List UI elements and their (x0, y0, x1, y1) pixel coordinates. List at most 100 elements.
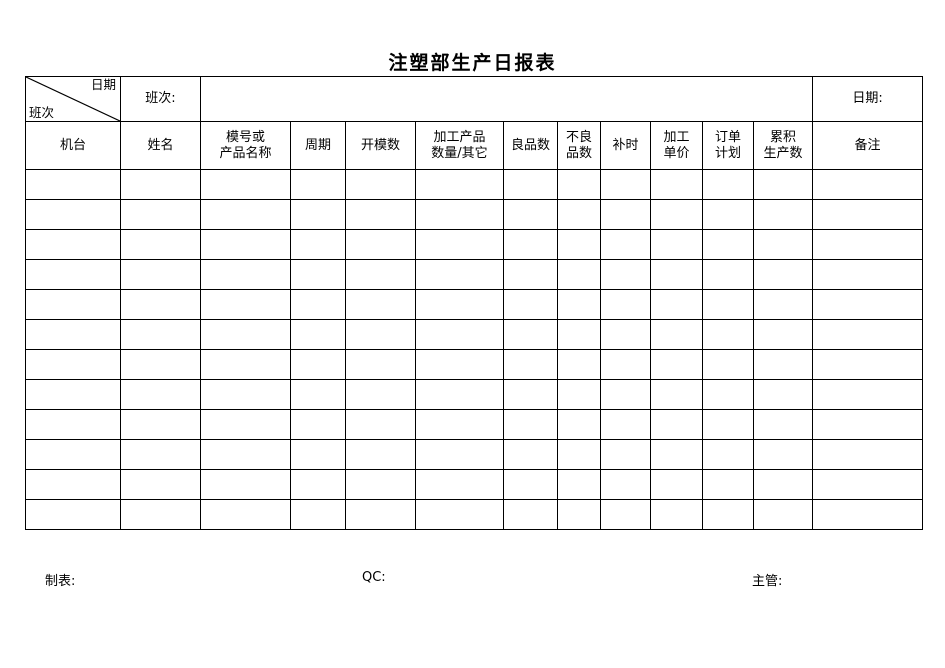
cell-extra_time[interactable] (600, 469, 651, 500)
cell-cumulative_qty[interactable] (752, 409, 814, 440)
cell-unit_price[interactable] (650, 289, 703, 320)
cell-name[interactable] (120, 409, 201, 440)
cell-name[interactable] (120, 349, 201, 380)
cell-defect_qty[interactable] (557, 259, 601, 290)
cell-machine[interactable] (25, 499, 121, 530)
cell-remarks[interactable] (812, 229, 924, 260)
cell-machine[interactable] (25, 379, 121, 410)
cell-order_plan[interactable] (702, 379, 754, 410)
cell-cycle[interactable] (290, 199, 346, 230)
cell-processed_qty[interactable] (415, 259, 504, 290)
cell-cumulative_qty[interactable] (752, 169, 814, 200)
cell-name[interactable] (120, 439, 201, 470)
cell-name[interactable] (120, 499, 201, 530)
cell-mold_open_count[interactable] (345, 469, 416, 500)
cell-good_qty[interactable] (503, 289, 558, 320)
cell-order_plan[interactable] (702, 169, 754, 200)
cell-unit_price[interactable] (650, 199, 703, 230)
cell-order_plan[interactable] (702, 289, 754, 320)
cell-mold_or_product[interactable] (200, 349, 291, 380)
cell-defect_qty[interactable] (557, 289, 601, 320)
cell-order_plan[interactable] (702, 229, 754, 260)
cell-defect_qty[interactable] (557, 439, 601, 470)
cell-good_qty[interactable] (503, 349, 558, 380)
cell-order_plan[interactable] (702, 319, 754, 350)
cell-cumulative_qty[interactable] (752, 349, 814, 380)
cell-mold_open_count[interactable] (345, 379, 416, 410)
cell-remarks[interactable] (812, 499, 924, 530)
cell-mold_open_count[interactable] (345, 259, 416, 290)
cell-cycle[interactable] (290, 499, 346, 530)
cell-name[interactable] (120, 469, 201, 500)
cell-cycle[interactable] (290, 259, 346, 290)
cell-good_qty[interactable] (503, 199, 558, 230)
cell-remarks[interactable] (812, 319, 924, 350)
cell-remarks[interactable] (812, 439, 924, 470)
cell-extra_time[interactable] (600, 229, 651, 260)
cell-cumulative_qty[interactable] (752, 499, 814, 530)
cell-processed_qty[interactable] (415, 199, 504, 230)
cell-unit_price[interactable] (650, 409, 703, 440)
cell-machine[interactable] (25, 319, 121, 350)
cell-processed_qty[interactable] (415, 439, 504, 470)
cell-extra_time[interactable] (600, 289, 651, 320)
cell-processed_qty[interactable] (415, 229, 504, 260)
cell-extra_time[interactable] (600, 349, 651, 380)
cell-name[interactable] (120, 229, 201, 260)
cell-remarks[interactable] (812, 379, 924, 410)
cell-mold_open_count[interactable] (345, 199, 416, 230)
cell-remarks[interactable] (812, 199, 924, 230)
cell-cycle[interactable] (290, 469, 346, 500)
cell-unit_price[interactable] (650, 379, 703, 410)
cell-extra_time[interactable] (600, 169, 651, 200)
cell-mold_open_count[interactable] (345, 319, 416, 350)
cell-unit_price[interactable] (650, 349, 703, 380)
cell-name[interactable] (120, 319, 201, 350)
cell-machine[interactable] (25, 169, 121, 200)
cell-mold_open_count[interactable] (345, 439, 416, 470)
cell-cumulative_qty[interactable] (752, 289, 814, 320)
cell-processed_qty[interactable] (415, 289, 504, 320)
cell-cumulative_qty[interactable] (752, 439, 814, 470)
cell-defect_qty[interactable] (557, 469, 601, 500)
cell-extra_time[interactable] (600, 409, 651, 440)
cell-remarks[interactable] (812, 289, 924, 320)
cell-order_plan[interactable] (702, 259, 754, 290)
cell-machine[interactable] (25, 439, 121, 470)
cell-good_qty[interactable] (503, 229, 558, 260)
cell-unit_price[interactable] (650, 469, 703, 500)
cell-remarks[interactable] (812, 259, 924, 290)
cell-good_qty[interactable] (503, 319, 558, 350)
cell-good_qty[interactable] (503, 439, 558, 470)
cell-mold_or_product[interactable] (200, 289, 291, 320)
cell-remarks[interactable] (812, 469, 924, 500)
cell-defect_qty[interactable] (557, 349, 601, 380)
cell-cycle[interactable] (290, 289, 346, 320)
cell-cumulative_qty[interactable] (752, 319, 814, 350)
cell-mold_open_count[interactable] (345, 349, 416, 380)
cell-unit_price[interactable] (650, 229, 703, 260)
cell-good_qty[interactable] (503, 499, 558, 530)
cell-mold_or_product[interactable] (200, 439, 291, 470)
cell-cumulative_qty[interactable] (752, 199, 814, 230)
cell-extra_time[interactable] (600, 259, 651, 290)
cell-processed_qty[interactable] (415, 319, 504, 350)
cell-mold_or_product[interactable] (200, 199, 291, 230)
cell-unit_price[interactable] (650, 319, 703, 350)
cell-mold_or_product[interactable] (200, 319, 291, 350)
cell-cycle[interactable] (290, 379, 346, 410)
cell-remarks[interactable] (812, 349, 924, 380)
cell-mold_open_count[interactable] (345, 409, 416, 440)
cell-extra_time[interactable] (600, 499, 651, 530)
cell-mold_or_product[interactable] (200, 259, 291, 290)
cell-defect_qty[interactable] (557, 499, 601, 530)
cell-machine[interactable] (25, 349, 121, 380)
cell-mold_open_count[interactable] (345, 499, 416, 530)
cell-cumulative_qty[interactable] (752, 229, 814, 260)
cell-defect_qty[interactable] (557, 409, 601, 440)
cell-order_plan[interactable] (702, 499, 754, 530)
cell-mold_or_product[interactable] (200, 379, 291, 410)
cell-defect_qty[interactable] (557, 319, 601, 350)
cell-mold_or_product[interactable] (200, 169, 291, 200)
cell-mold_open_count[interactable] (345, 229, 416, 260)
